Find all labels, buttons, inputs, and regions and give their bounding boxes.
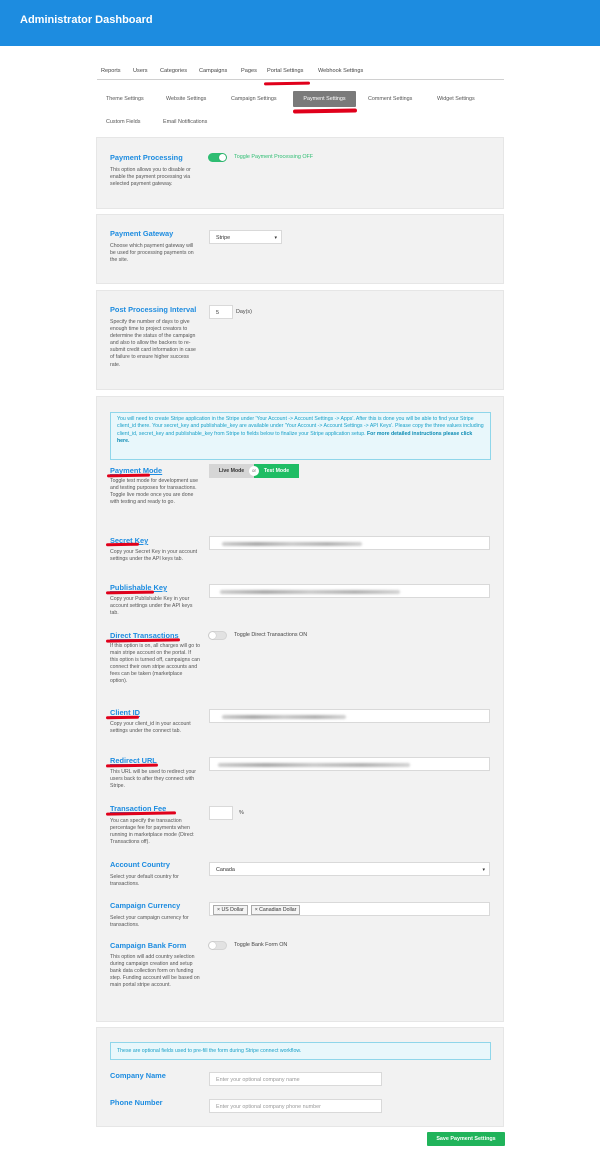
campaign-currency-multiselect[interactable]: × US Dollar × Canadian Dollar [209, 902, 490, 916]
currency-chip[interactable]: × Canadian Dollar [250, 905, 301, 915]
client-id-input[interactable] [209, 709, 490, 723]
tab-categories[interactable]: Categories [160, 68, 187, 74]
annotation-underline [263, 81, 311, 86]
payment-gateway-panel: Payment Gateway Choose which payment gat… [96, 214, 504, 284]
stripe-info-alert: You will need to create Stripe applicati… [110, 412, 491, 460]
account-country-title: Account Country [110, 860, 170, 869]
top-bar: Administrator Dashboard [0, 0, 600, 46]
tab-pages[interactable]: Pages [241, 68, 257, 74]
subtab-campaign-settings[interactable]: Campaign Settings [231, 96, 277, 102]
stripe-settings-panel: You will need to create Stripe applicati… [96, 396, 504, 1022]
redirect-url-desc: This URL will be used to redirect your u… [110, 769, 197, 790]
redacted-value [220, 590, 400, 594]
save-payment-settings-button[interactable]: Save Payment Settings [427, 1132, 505, 1146]
tab-campaigns[interactable]: Campaigns [199, 68, 227, 74]
direct-transactions-desc: If this option is on, all charges will g… [110, 643, 200, 685]
publishable-key-desc: Copy your Publishable Key in your accoun… [110, 596, 193, 617]
page-title: Administrator Dashboard [20, 14, 153, 26]
annotation-underline [105, 542, 140, 547]
payment-gateway-select[interactable]: Stripe ▾ [209, 230, 282, 244]
account-country-select[interactable]: Canada ▾ [209, 862, 490, 876]
redirect-url-input[interactable] [209, 757, 490, 771]
transaction-fee-desc: You can specify the transaction percenta… [110, 818, 194, 846]
phone-number-title: Phone Number [110, 1098, 163, 1107]
payment-processing-toggle-label: Toggle Payment Processing OFF [234, 154, 314, 160]
redacted-value [222, 542, 362, 546]
annotation-underline [292, 108, 358, 114]
campaign-currency-desc: Select your campaign currency for transa… [110, 915, 189, 929]
chevron-down-icon: ▾ [274, 235, 277, 241]
bank-form-toggle-label: Toggle Bank Form ON [234, 942, 288, 948]
or-label: or [249, 466, 259, 476]
phone-number-input[interactable]: Enter your optional company phone number [209, 1099, 382, 1113]
chevron-down-icon: ▾ [482, 867, 485, 873]
subtab-payment-settings[interactable]: Payment Settings [293, 91, 356, 107]
company-name-title: Company Name [110, 1071, 166, 1080]
payment-gateway-desc: Choose which payment gateway will be use… [110, 243, 194, 264]
subtab-email-notifications[interactable]: Email Notifications [163, 119, 207, 125]
campaign-currency-title: Campaign Currency [110, 901, 181, 910]
tab-users[interactable]: Users [133, 68, 148, 74]
post-processing-input[interactable]: 5 [209, 305, 233, 319]
post-processing-unit: Day(s) [236, 309, 252, 315]
post-processing-panel: Post Processing Interval Specify the num… [96, 290, 504, 390]
transaction-fee-input[interactable] [209, 806, 233, 820]
tab-webhook-settings[interactable]: Webhook Settings [318, 68, 363, 74]
post-processing-desc: Specify the number of days to give enoug… [110, 319, 196, 368]
direct-transactions-toggle[interactable] [208, 631, 227, 640]
payment-mode-switch[interactable]: Live Mode Test Mode or [209, 464, 299, 478]
bank-form-desc: This option will add country selection d… [110, 954, 200, 989]
tab-portal-settings[interactable]: Portal Settings [267, 68, 303, 74]
account-country-desc: Select your default country for transact… [110, 874, 179, 888]
optional-info-alert: These are optional fields used to pre-fi… [110, 1042, 491, 1060]
payment-processing-panel: Payment Processing This option allows yo… [96, 137, 504, 209]
subtab-comment-settings[interactable]: Comment Settings [368, 96, 412, 102]
client-id-desc: Copy your client_id in your account sett… [110, 721, 191, 735]
publishable-key-input[interactable] [209, 584, 490, 598]
transaction-fee-unit: % [239, 810, 244, 816]
payment-processing-desc: This option allows you to disable or ena… [110, 167, 191, 188]
secret-key-input[interactable] [209, 536, 490, 550]
tab-reports[interactable]: Reports [101, 68, 121, 74]
subtab-website-settings[interactable]: Website Settings [166, 96, 206, 102]
payment-processing-toggle[interactable] [208, 153, 227, 162]
bank-form-title: Campaign Bank Form [110, 941, 187, 950]
main-tabs: Reports Users Categories Campaigns Pages… [97, 63, 504, 80]
payment-mode-desc: Toggle test mode for development use and… [110, 478, 198, 506]
subtab-custom-fields[interactable]: Custom Fields [106, 119, 140, 125]
company-name-input[interactable]: Enter your optional company name [209, 1072, 382, 1086]
redacted-value [222, 715, 346, 719]
secret-key-desc: Copy your Secret Key in your account set… [110, 549, 198, 563]
currency-chip[interactable]: × US Dollar [213, 905, 248, 915]
bank-form-toggle[interactable] [208, 941, 227, 950]
payment-processing-title: Payment Processing [110, 153, 183, 162]
payment-gateway-title: Payment Gateway [110, 229, 174, 238]
redacted-value [218, 763, 410, 767]
post-processing-title: Post Processing Interval [110, 305, 197, 314]
subtab-widget-settings[interactable]: Widget Settings [437, 96, 475, 102]
test-mode-button[interactable]: Test Mode [254, 464, 299, 478]
live-mode-button[interactable]: Live Mode [209, 464, 254, 478]
optional-fields-panel: These are optional fields used to pre-fi… [96, 1027, 504, 1127]
annotation-underline [105, 715, 140, 720]
direct-transactions-toggle-label: Toggle Direct Transactions ON [234, 632, 308, 638]
